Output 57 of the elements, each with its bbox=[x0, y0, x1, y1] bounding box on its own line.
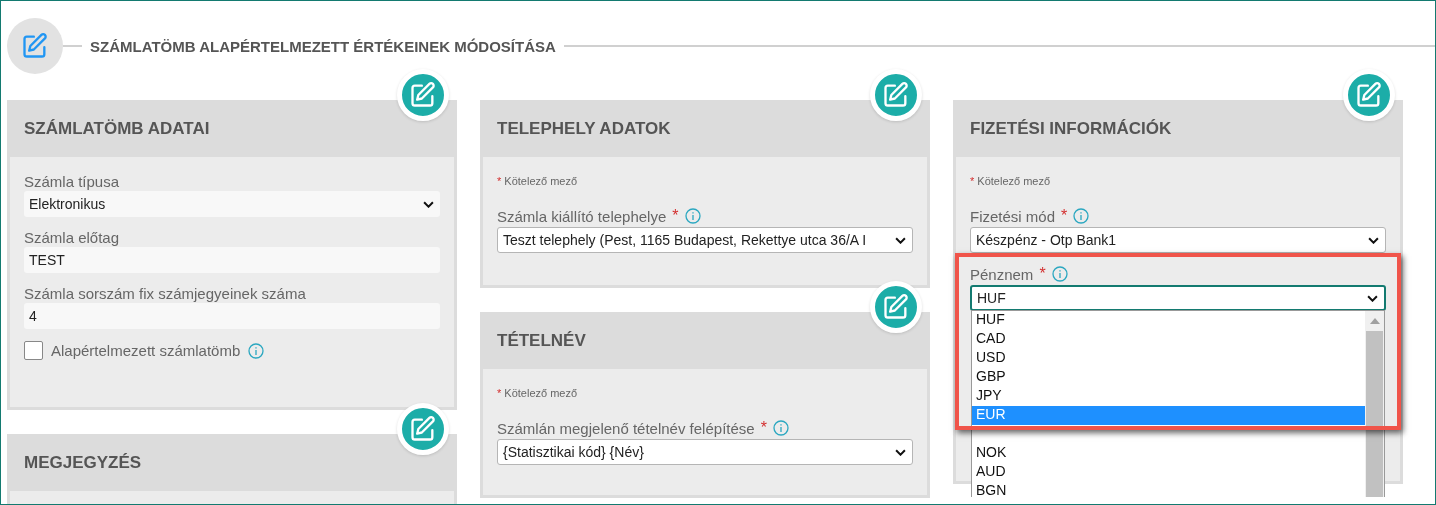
required-note: * Kötelező mező bbox=[970, 175, 1052, 187]
select-field[interactable]: Készpénz - Otp Bank1 bbox=[970, 227, 1386, 253]
edit-button[interactable] bbox=[397, 403, 449, 455]
required-asterisk: * bbox=[1039, 265, 1046, 283]
dropdown-option[interactable]: CAD bbox=[972, 330, 1365, 349]
card-title: TELEPHELY ADATOK bbox=[497, 118, 671, 139]
input-field[interactable]: TEST bbox=[24, 247, 440, 273]
card-title: FIZETÉSI INFORMÁCIÓK bbox=[970, 118, 1172, 139]
field-label: Számla előtag bbox=[24, 229, 120, 246]
select-field[interactable]: Elektronikus bbox=[24, 191, 440, 217]
field-label: Fizetési mód bbox=[970, 207, 1056, 225]
select-field[interactable]: Teszt telephely (Pest, 1165 Budapest, Rekettye utca 36/A I bbox=[497, 227, 913, 253]
chevron-icon bbox=[895, 236, 906, 244]
edit-icon bbox=[882, 81, 910, 109]
info-icon[interactable] bbox=[1051, 266, 1068, 282]
dropdown-option[interactable]: JPY bbox=[972, 387, 1365, 406]
scrollbar[interactable] bbox=[1365, 311, 1384, 497]
checkbox-label: Alapértelmezett számlatömb bbox=[51, 342, 241, 359]
edit-button[interactable] bbox=[870, 281, 922, 333]
dropdown-option[interactable]: BGN bbox=[972, 482, 1365, 497]
field-label: Pénznem bbox=[970, 265, 1034, 283]
required-asterisk: * bbox=[1061, 207, 1068, 225]
field-label: Számla típusa bbox=[24, 173, 120, 190]
required-asterisk: * bbox=[760, 419, 767, 437]
edit-icon bbox=[409, 81, 437, 109]
dropdown-option[interactable]: USD bbox=[972, 349, 1365, 368]
dropdown-option[interactable]: NOK bbox=[972, 444, 1365, 463]
chevron-icon bbox=[1367, 294, 1378, 302]
info-icon[interactable] bbox=[1073, 208, 1090, 224]
edit-icon bbox=[409, 415, 437, 443]
checkbox[interactable] bbox=[24, 341, 43, 360]
required-asterisk: * bbox=[672, 207, 679, 225]
field-label: Számlán megjelenő tételnév felépítése bbox=[497, 419, 755, 437]
edit-icon bbox=[7, 18, 63, 74]
scroll-up-arrow-icon[interactable] bbox=[1369, 318, 1380, 324]
card-title: SZÁMLATÖMB ADATAI bbox=[24, 118, 210, 139]
dropdown-option[interactable]: HUF bbox=[972, 311, 1365, 330]
chevron-icon bbox=[1368, 236, 1379, 244]
field-label: Számla kiállító telephelye bbox=[497, 207, 667, 225]
dropdown-option[interactable]: AUD bbox=[972, 463, 1365, 482]
dropdown-option[interactable]: GBP bbox=[972, 368, 1365, 387]
chevron-icon bbox=[423, 200, 434, 208]
select-field[interactable]: {Statisztikai kód} {Név} bbox=[497, 439, 913, 465]
chevron-icon bbox=[895, 448, 906, 456]
select-field[interactable]: HUF bbox=[970, 285, 1386, 311]
field-label: Számla sorszám fix számjegyeinek száma bbox=[24, 285, 306, 302]
card-title: MEGJEGYZÉS bbox=[24, 452, 142, 473]
input-field[interactable]: 4 bbox=[24, 303, 440, 329]
edit-icon bbox=[1355, 81, 1383, 109]
card-title: TÉTELNÉV bbox=[497, 330, 586, 351]
info-icon[interactable] bbox=[248, 342, 265, 359]
edit-icon bbox=[882, 293, 910, 321]
page-title: SZÁMLATÖMB ALAPÉRTELMEZETT ÉRTÉKEINEK MÓDOSÍTÁSA bbox=[90, 37, 556, 55]
required-note: * Kötelező mező bbox=[497, 175, 579, 187]
info-icon[interactable] bbox=[684, 208, 701, 224]
info-icon[interactable] bbox=[772, 420, 789, 436]
required-note: * Kötelező mező bbox=[497, 387, 579, 399]
